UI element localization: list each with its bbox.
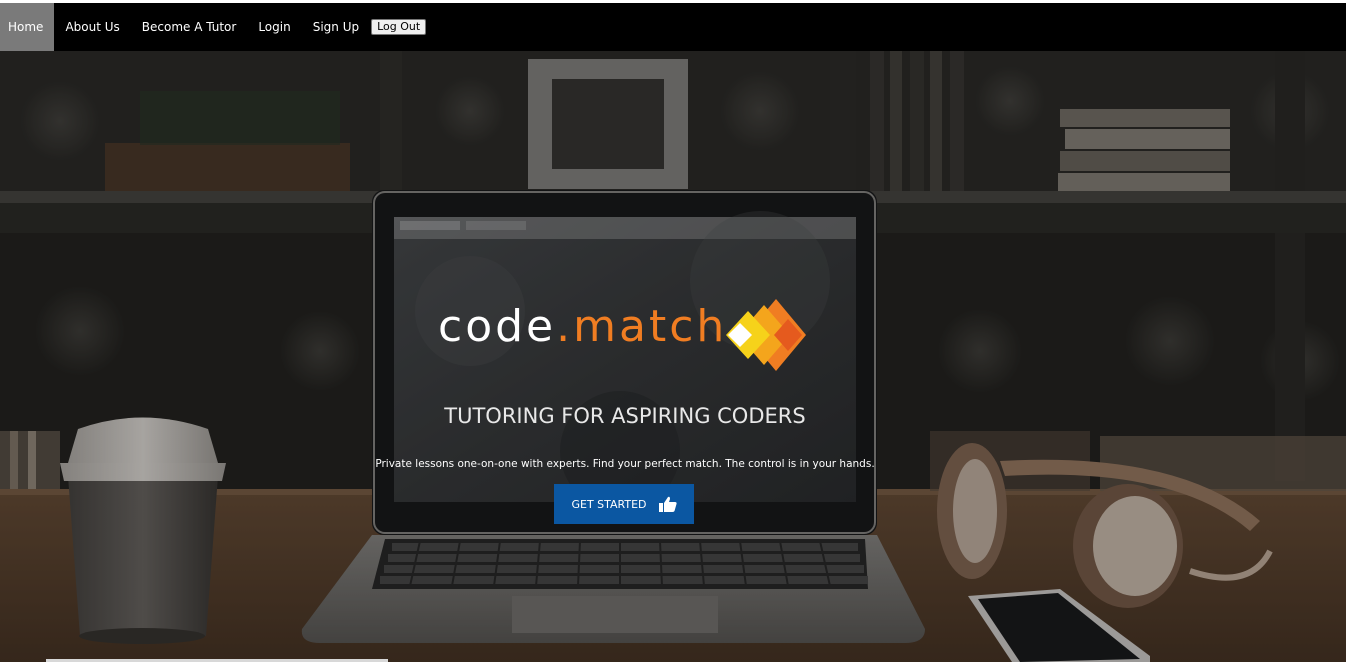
nav-login[interactable]: Login [247, 3, 301, 51]
nav-home[interactable]: Home [0, 3, 55, 51]
hero-tagline: TUTORING FOR ASPIRING CODERS [444, 404, 806, 428]
nav-about-us[interactable]: About Us [54, 3, 130, 51]
logo-match-text: match [573, 301, 728, 352]
diamond-logo-icon [726, 299, 806, 371]
get-started-button[interactable]: GET STARTED [554, 484, 694, 524]
nav-become-a-tutor[interactable]: Become A Tutor [131, 3, 248, 51]
hero-subtitle: Private lessons one-on-one with experts.… [375, 458, 875, 470]
hero-section: code.match TUTORING FOR ASPIRING CODERS … [0, 51, 1346, 662]
logo-code-text: code [438, 301, 557, 352]
top-navbar: Home About Us Become A Tutor Login Sign … [0, 3, 1346, 51]
logo-wordmark: code.match [438, 301, 727, 352]
page: Home About Us Become A Tutor Login Sign … [0, 0, 1349, 662]
nav-sign-up[interactable]: Sign Up [302, 3, 370, 51]
get-started-label: GET STARTED [571, 497, 647, 511]
logout-button[interactable]: Log Out [371, 19, 427, 35]
hero-content: code.match TUTORING FOR ASPIRING CODERS … [0, 51, 1346, 662]
code-match-logo: code.match [438, 297, 818, 377]
logo-dot-text: . [556, 301, 574, 352]
thumbs-up-icon [658, 496, 677, 512]
